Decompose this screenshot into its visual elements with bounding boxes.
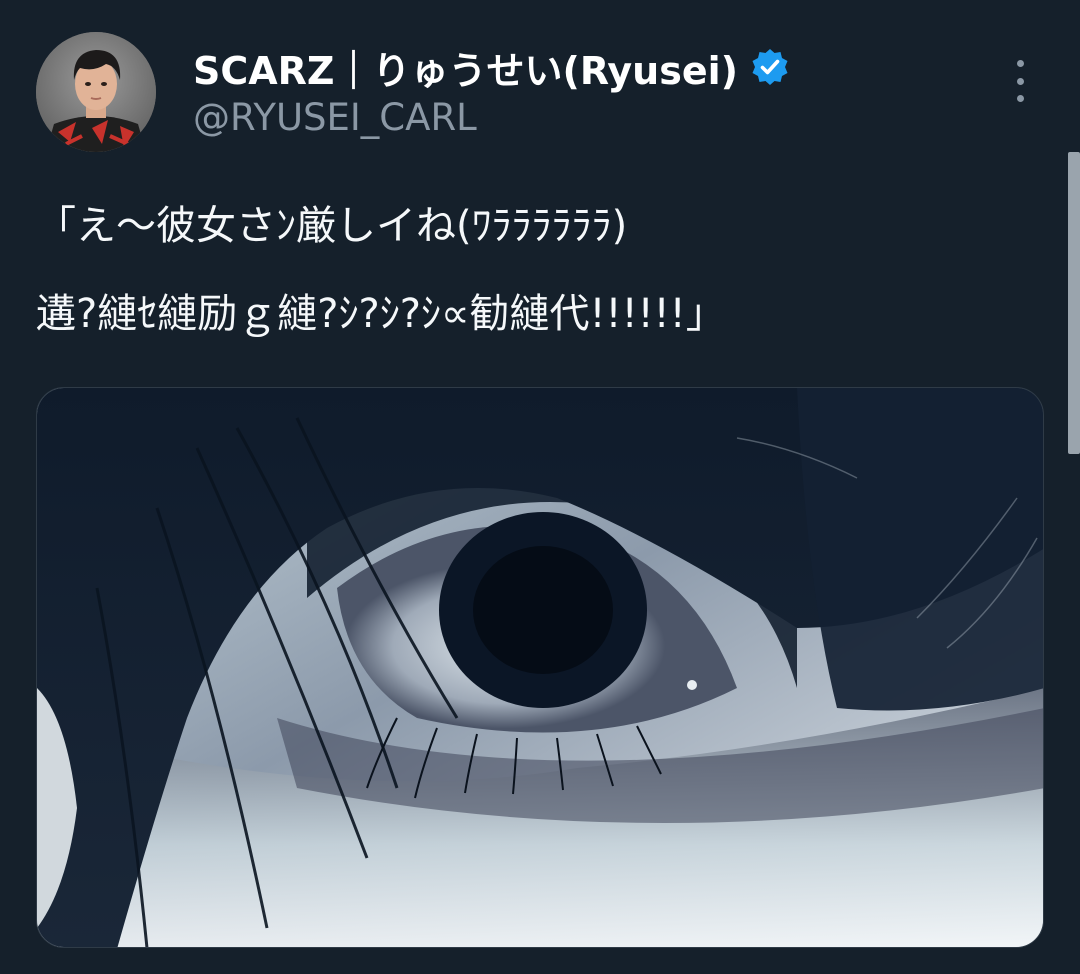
author-handle[interactable]: @RYUSEI_CARL (193, 96, 477, 139)
more-dot (1016, 60, 1024, 67)
tweet-text-line: 遘?縺ｾ縺励ｇ縺?ｼ?ｼ?ｼ∝勧縺代!!!!!!」 (36, 291, 726, 337)
author-name-row[interactable]: SCARZ｜りゅうせい(Ryusei) (193, 40, 790, 94)
tweet-text: 「え〜彼女さﾝ厳しイね(ﾜﾗﾗﾗﾗﾗﾗ) 遘?縺ｾ縺励ｇ縺?ｼ?ｼ?ｼ∝勧縺代!… (36, 182, 1036, 358)
scrollbar[interactable] (1068, 152, 1080, 454)
verified-badge-icon (752, 49, 788, 85)
tweet-text-line: 「え〜彼女さﾝ厳しイね(ﾜﾗﾗﾗﾗﾗﾗ) (36, 203, 628, 249)
display-name[interactable]: SCARZ｜りゅうせい(Ryusei) (193, 40, 738, 95)
avatar[interactable] (36, 32, 156, 152)
tweet-media-photo[interactable] (36, 387, 1044, 948)
more-dot (1016, 95, 1024, 102)
tweet: SCARZ｜りゅうせい(Ryusei) @RYUSEI_CARL 「え〜彼女さﾝ… (0, 0, 1080, 974)
more-vertical-icon[interactable] (1006, 60, 1034, 102)
more-dot (1016, 77, 1024, 85)
